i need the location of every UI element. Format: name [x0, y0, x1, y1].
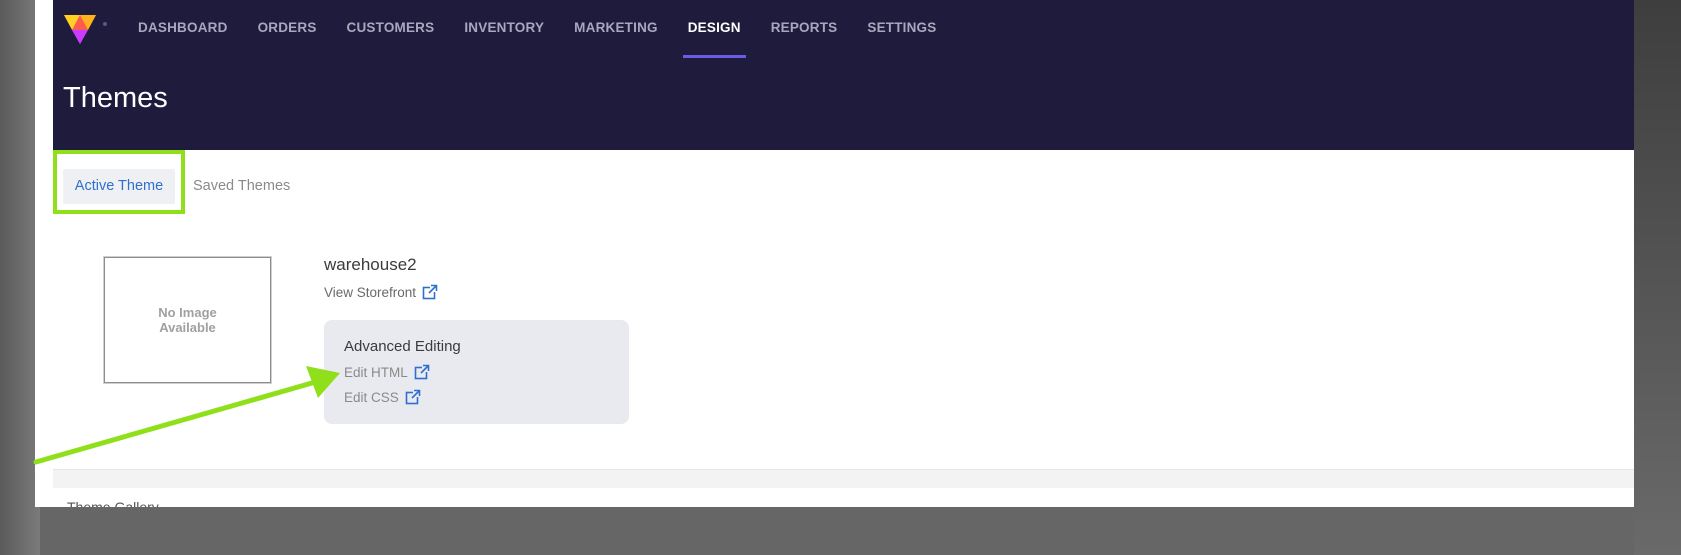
external-link-icon [405, 389, 421, 405]
nav-customers[interactable]: CUSTOMERS [332, 0, 450, 58]
tab-saved-themes[interactable]: Saved Themes [193, 169, 290, 204]
thumbnail-placeholder-text: No Image Available [158, 305, 217, 335]
theme-gallery-label: Theme Gallery [67, 499, 159, 507]
external-link-icon [422, 284, 439, 300]
edit-css-link[interactable]: Edit CSS [344, 389, 421, 405]
view-storefront-label: View Storefront [324, 284, 417, 300]
edit-html-label: Edit HTML [344, 364, 408, 380]
theme-name: warehouse2 [324, 255, 417, 274]
nav-dashboard[interactable]: DASHBOARD [123, 0, 243, 58]
nav-marketing[interactable]: MARKETING [559, 0, 673, 58]
tab-active-theme[interactable]: Active Theme [63, 169, 175, 204]
nav-inventory[interactable]: INVENTORY [449, 0, 559, 58]
nav-orders[interactable]: ORDERS [243, 0, 332, 58]
background-right [1634, 0, 1681, 555]
edit-css-label: Edit CSS [344, 389, 399, 405]
nav-settings[interactable]: SETTINGS [852, 0, 951, 58]
nav-reports[interactable]: REPORTS [756, 0, 853, 58]
nav-design[interactable]: DESIGN [673, 0, 756, 58]
app-window: DASHBOARD ORDERS CUSTOMERS INVENTORY MAR… [35, 0, 1634, 507]
view-storefront-link[interactable]: View Storefront [324, 284, 439, 300]
theme-gallery-band [53, 469, 1634, 488]
theme-thumbnail: No Image Available [104, 257, 271, 383]
edit-html-link[interactable]: Edit HTML [344, 364, 430, 380]
advanced-editing-title: Advanced Editing [344, 338, 461, 355]
logo-icon[interactable] [61, 10, 99, 48]
logo-dot [103, 22, 107, 26]
page-title: Themes [63, 82, 168, 114]
top-header: DASHBOARD ORDERS CUSTOMERS INVENTORY MAR… [53, 0, 1634, 150]
external-link-icon [414, 364, 430, 380]
advanced-editing-panel: Advanced Editing Edit HTML Edit CSS [324, 320, 629, 424]
main-nav: DASHBOARD ORDERS CUSTOMERS INVENTORY MAR… [123, 0, 951, 60]
background-left [0, 0, 40, 555]
